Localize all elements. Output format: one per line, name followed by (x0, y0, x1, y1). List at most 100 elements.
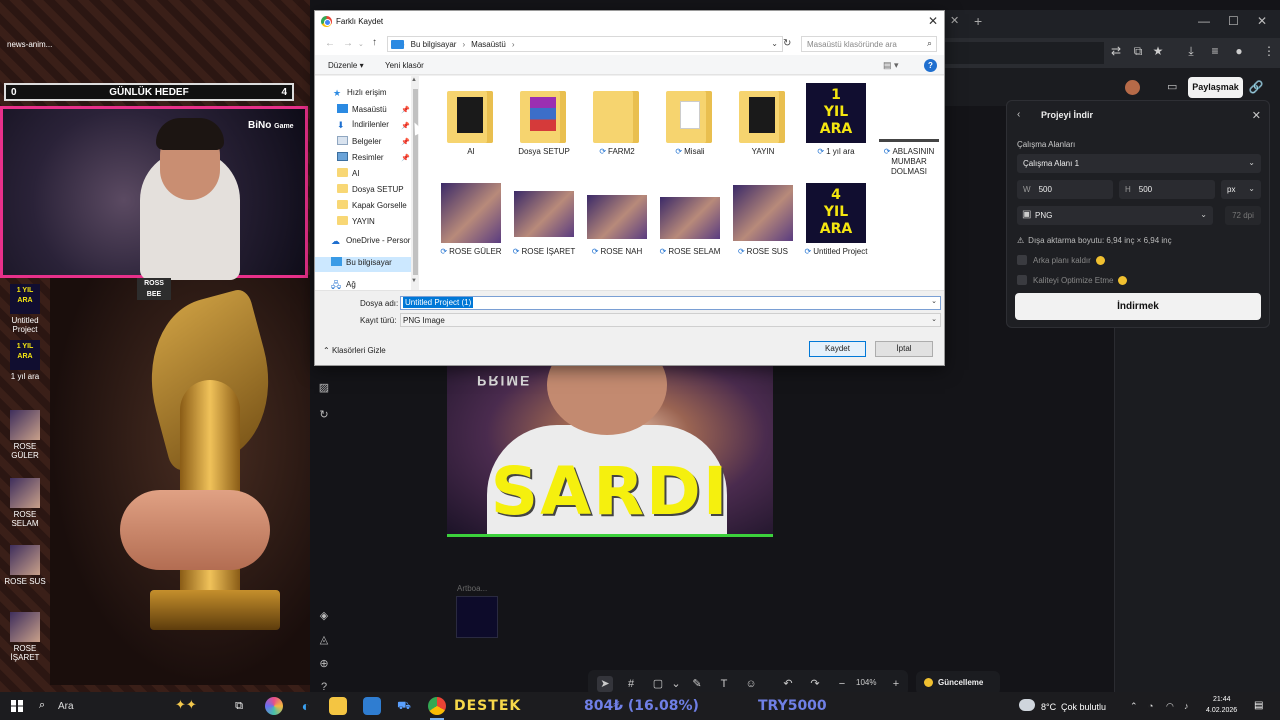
file-item-farm2[interactable]: ⟳ FARM2 (582, 83, 652, 157)
nav-item-downloads[interactable]: ⬇ İndirilenler 📌 (315, 120, 415, 135)
forward-arrow-icon[interactable]: → (343, 38, 353, 49)
breadcrumb-item[interactable]: Bu bilgisayar (411, 40, 457, 49)
file-item-untitled-project[interactable]: 4 YIL ARA ⟳ Untitled Project (801, 183, 871, 257)
search-icon[interactable]: ⌕ (39, 699, 45, 712)
close-icon[interactable]: ✕ (1252, 109, 1261, 122)
width-field[interactable]: W 500 (1017, 180, 1113, 199)
nav-scrollbar-thumb[interactable] (413, 89, 418, 275)
media-icon[interactable]: ≡ (1207, 44, 1223, 60)
chevron-down-icon[interactable]: ⌄ (668, 676, 684, 692)
hide-folders-toggle[interactable]: ⌃ Klasörleri Gizle (323, 346, 386, 355)
file-item-rose-guler[interactable]: ⟳ ROSE GÜLER (436, 183, 506, 257)
minimize-icon[interactable]: — (1198, 14, 1210, 28)
file-item-rose-isaret[interactable]: ⟳ ROSE İŞARET (509, 183, 579, 257)
tray-app-icon[interactable]: ◔ (1148, 701, 1153, 711)
file-item-rose-selam[interactable]: ⟳ ROSE SELAM (655, 183, 725, 257)
add-icon[interactable]: ⊕ (317, 657, 331, 671)
artboard-thumbnail[interactable] (456, 596, 498, 638)
help-icon[interactable]: ? (924, 59, 937, 72)
nav-item-desktop[interactable]: Masaüstü 📌 (315, 104, 415, 119)
remove-bg-option[interactable]: Arka planı kaldır (1017, 255, 1105, 265)
file-item-misali[interactable]: ⟳ Misali (655, 83, 725, 157)
task-view-icon[interactable]: ⧉ (230, 697, 248, 715)
optimize-checkbox[interactable] (1017, 275, 1027, 285)
select-tool-icon[interactable]: ➤ (597, 676, 613, 692)
file-item-dosya-setup[interactable]: Dosya SETUP (509, 83, 579, 157)
nav-item-dosya-setup[interactable]: Dosya SETUP (315, 184, 415, 199)
avatar[interactable] (1125, 80, 1140, 95)
pen-tool-icon[interactable]: ✎ (689, 676, 705, 692)
filename-input[interactable]: Untitled Project (1) ⌄ (400, 296, 941, 310)
cloud-icon[interactable] (1019, 699, 1035, 711)
text-tool-icon[interactable]: T (716, 676, 732, 692)
window-close-icon[interactable]: ✕ (1257, 14, 1267, 28)
shape-tool-icon[interactable]: ▢ (650, 676, 666, 692)
comment-tool-icon[interactable]: ☺ (743, 676, 759, 692)
back-arrow-icon[interactable]: ‹ (1017, 109, 1020, 120)
nav-item-network[interactable]: 🖧 Ağ (315, 278, 415, 290)
dpi-field[interactable]: 72 dpi (1225, 206, 1261, 225)
weather-description[interactable]: Çok bulutlu (1061, 702, 1106, 712)
undo-icon[interactable]: ↶ (780, 676, 796, 692)
zoom-level[interactable]: 104% (856, 678, 876, 687)
organize-menu[interactable]: Düzenle ▾ (328, 61, 364, 70)
remove-bg-checkbox[interactable] (1017, 255, 1027, 265)
clock-time[interactable]: 21:44 (1213, 696, 1231, 703)
nav-item-quick-access[interactable]: ★ Hızlı erişim (315, 88, 415, 103)
app-icon[interactable]: ⛟ (395, 697, 413, 715)
copilot-sparkle-icon[interactable]: ✦✦ (175, 697, 197, 713)
translate-icon[interactable]: ⇄ (1108, 44, 1124, 60)
nav-item-onedrive[interactable]: ☁ OneDrive - Persor (315, 236, 415, 251)
frame-tool-icon[interactable]: # (623, 676, 639, 692)
wifi-icon[interactable]: ◠ (1166, 701, 1174, 712)
format-select[interactable]: ▣ PNG ⌄ (1017, 206, 1213, 225)
optimize-option[interactable]: Kaliteyi Optimize Etme (1017, 275, 1128, 285)
taskbar-search[interactable]: Ara (58, 701, 74, 712)
copy-link-icon[interactable]: 🔗 (1246, 77, 1266, 98)
profile-icon[interactable]: ● (1231, 44, 1247, 60)
chrome-icon[interactable] (428, 697, 446, 715)
canvas-artwork[interactable]: PRIME SARDI (447, 365, 773, 537)
clock-date[interactable]: 4.02.2026 (1206, 707, 1237, 714)
chevron-down-icon[interactable]: ⌄ (771, 39, 778, 48)
windows-start-icon[interactable] (11, 700, 23, 712)
file-item-ai[interactable]: AI (436, 83, 506, 157)
file-item-1-yil-ara[interactable]: 1 YIL ARA ⟳ 1 yıl ara (801, 83, 871, 157)
cast-icon[interactable]: ⧉ (1130, 44, 1146, 60)
refresh-icon[interactable]: ↻ (783, 38, 791, 49)
zoom-out-icon[interactable]: − (834, 676, 850, 692)
chevron-down-icon[interactable]: ⌄ (931, 297, 937, 305)
height-field[interactable]: H 500 (1119, 180, 1215, 199)
up-arrow-icon[interactable]: ↑ (372, 37, 377, 48)
share-button[interactable]: Paylaşmak (1188, 77, 1243, 98)
download-button[interactable]: İndirmek (1015, 293, 1261, 320)
recent-chevron-icon[interactable]: ⌄ (358, 40, 364, 48)
artboard-select[interactable]: Çalışma Alanı 1 ⌄ (1017, 154, 1261, 173)
filetype-select[interactable]: PNG Image ⌄ (400, 313, 941, 327)
bookmark-star-icon[interactable]: ★ (1150, 44, 1166, 60)
tab-close-icon[interactable]: ✕ (950, 14, 964, 28)
canvas-headline[interactable]: SARDI (449, 453, 771, 530)
layers-icon[interactable]: ◈ (317, 609, 331, 623)
save-button[interactable]: Kaydet (809, 341, 866, 357)
weather-temperature[interactable]: 8°C (1041, 702, 1056, 712)
nav-item-documents[interactable]: Belgeler 📌 (315, 136, 415, 151)
unit-select[interactable]: px ⌄ (1221, 180, 1261, 199)
address-breadcrumb[interactable]: ›Bu bilgisayar›Masaüstü› ⌄ (387, 36, 783, 52)
volume-icon[interactable]: ♪ (1184, 701, 1189, 711)
new-tab-icon[interactable]: + (974, 14, 990, 30)
notification-icon[interactable]: ▤ (1254, 700, 1263, 711)
nav-item-ai[interactable]: AI (315, 168, 415, 183)
zoom-in-icon[interactable]: + (888, 676, 904, 692)
cancel-button[interactable]: İptal (875, 341, 933, 357)
maximize-icon[interactable]: ☐ (1228, 14, 1239, 28)
nav-item-kapak[interactable]: Kapak Gorselle (315, 200, 415, 215)
file-explorer-icon[interactable] (329, 697, 347, 715)
copilot-icon[interactable] (265, 697, 283, 715)
close-icon[interactable]: ✕ (928, 14, 938, 28)
scroll-up-icon[interactable]: ▲ (411, 77, 417, 83)
file-item-ablasinin[interactable]: ⟳ ABLASININ MUMBAR DOLMASI (874, 83, 944, 177)
sync-tool-icon[interactable]: ↻ (317, 408, 331, 422)
menu-dots-icon[interactable]: ⋮ (1261, 44, 1277, 60)
file-item-rose-sus[interactable]: ⟳ ROSE SUS (728, 183, 798, 257)
